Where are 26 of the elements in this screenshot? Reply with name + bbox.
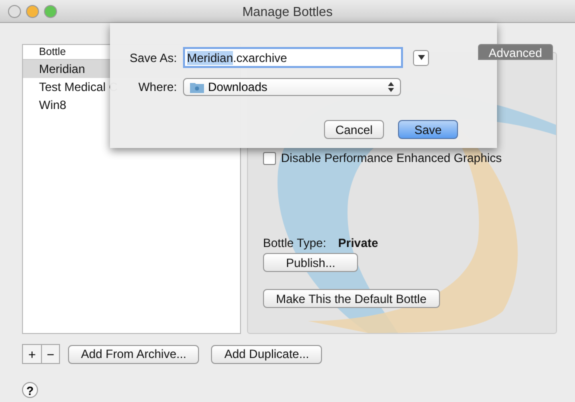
make-default-button[interactable]: Make This the Default Bottle <box>263 289 440 308</box>
window-title: Manage Bottles <box>242 4 333 18</box>
add-duplicate-button[interactable]: Add Duplicate... <box>211 344 322 364</box>
expand-button[interactable] <box>413 50 429 66</box>
folder-icon <box>190 82 204 92</box>
add-from-archive-button[interactable]: Add From Archive... <box>68 344 200 364</box>
minimize-button[interactable] <box>26 4 39 18</box>
where-popup[interactable]: Downloads <box>183 78 401 96</box>
save-as-field[interactable]: Meridian.cxarchive <box>183 47 403 68</box>
publish-button[interactable]: Publish... <box>263 253 358 272</box>
bottle-type-value: Private <box>338 236 378 250</box>
close-button[interactable] <box>8 4 21 18</box>
zoom-button[interactable] <box>44 4 57 18</box>
checkbox[interactable] <box>263 152 276 164</box>
add-button[interactable]: + <box>23 345 41 363</box>
remove-button[interactable]: − <box>41 345 59 363</box>
where-label: Where: <box>138 80 177 94</box>
save-as-label: Save As: <box>130 50 177 64</box>
bottle-type-label: Bottle Type: <box>263 236 326 250</box>
cancel-button[interactable]: Cancel <box>324 120 384 139</box>
help-button[interactable]: ? <box>22 382 38 398</box>
caret-icon <box>418 55 424 60</box>
checkbox-label: Disable Performance Enhanced Graphics <box>281 151 502 165</box>
stepper-arrows-icon <box>388 82 394 92</box>
save-button[interactable]: Save <box>398 120 458 139</box>
advanced-tab[interactable]: Advanced <box>478 44 553 60</box>
